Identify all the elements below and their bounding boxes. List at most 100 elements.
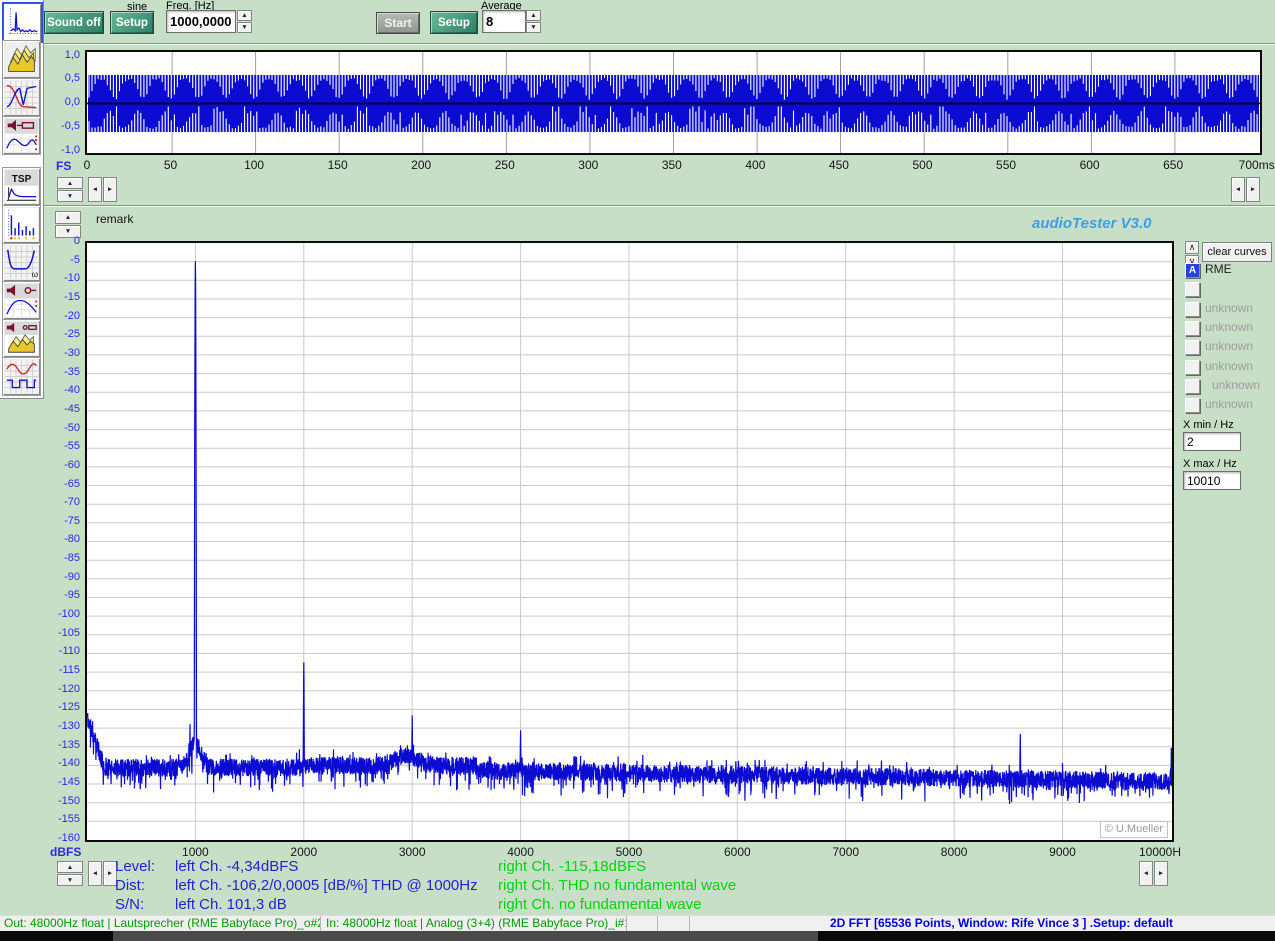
tool-button-speaker-filter-response[interactable] — [2, 116, 41, 155]
tool-button-fft-spectrum[interactable] — [2, 2, 43, 43]
spin-up-button[interactable]: ▲ — [57, 177, 83, 189]
curve-checkbox[interactable] — [1185, 282, 1200, 297]
spec-vertical-spinner: ▲ ▼ — [57, 861, 83, 886]
distortion-spectrum-icon — [5, 208, 38, 241]
spin-up-button[interactable]: ∧ — [1185, 241, 1199, 254]
fft-spectrum-chart — [87, 243, 1172, 840]
fft-spectrum-icon — [6, 6, 39, 39]
impedance-curve-icon: ω — [5, 246, 38, 279]
level-row-label: Level: — [115, 858, 155, 875]
frequency-spinner: ▲ ▼ — [237, 10, 252, 33]
curve-checkbox[interactable] — [1185, 398, 1200, 413]
tool-button-tsp-measurement[interactable]: TSP — [2, 167, 41, 206]
spin-down-button[interactable]: ▼ — [526, 22, 541, 33]
scroll-left-button[interactable]: ◄ — [1231, 177, 1245, 202]
curve-label: unknown — [1205, 301, 1253, 315]
speaker-waterfall-icon — [5, 322, 38, 355]
curve-checkbox-checked[interactable]: A — [1185, 263, 1200, 278]
scroll-right-button[interactable]: ► — [1154, 861, 1168, 886]
spin-down-button[interactable]: ▼ — [237, 22, 252, 33]
status-output-device: Out: 48000Hz float | Lautsprecher (RME B… — [0, 916, 321, 932]
sn-row-label: S/N: — [115, 896, 144, 913]
xmax-input[interactable] — [1183, 471, 1241, 490]
scroll-left-button[interactable]: ◄ — [88, 177, 102, 202]
spin-up-button[interactable]: ▲ — [57, 861, 83, 873]
sn-left-value: left Ch. 101,3 dB — [175, 896, 287, 913]
spin-down-button[interactable]: ▼ — [57, 190, 83, 202]
level-right-value: right Ch. -115,18dBFS — [498, 858, 646, 875]
fft-spectrum-plot[interactable]: © U.Mueller — [85, 241, 1174, 842]
spin-down-button[interactable]: ▼ — [57, 874, 83, 886]
curve-label: unknown — [1205, 359, 1253, 373]
average-spinner: ▲ ▼ — [526, 10, 541, 33]
remark-spinner: ▲ ▼ — [55, 211, 81, 238]
svg-text:ω: ω — [32, 270, 38, 279]
section-divider — [44, 205, 1275, 207]
audiotester-window: TSPω sine Freq. [Hz] Average Sound off S… — [0, 0, 1275, 941]
curve-checkbox[interactable] — [1185, 302, 1200, 317]
curve-checkbox[interactable] — [1185, 321, 1200, 336]
curve-label: unknown — [1212, 378, 1260, 392]
curve-label: unknown — [1205, 397, 1253, 411]
scroll-left-button[interactable]: ◄ — [1139, 861, 1153, 886]
dbfs-axis-label: dBFS — [50, 845, 81, 859]
scroll-right-button[interactable]: ► — [1246, 177, 1260, 202]
speaker-mic-icon — [5, 284, 38, 317]
curve-checkbox[interactable] — [1185, 360, 1200, 375]
level-left-value: left Ch. -4,34dBFS — [175, 858, 298, 875]
fs-axis-label: FS — [56, 159, 71, 173]
curve-checkbox[interactable] — [1185, 379, 1200, 394]
spin-up-button[interactable]: ▲ — [55, 211, 81, 224]
xmin-label: X min / Hz — [1183, 419, 1234, 431]
dist-right-value: right Ch. THD no fundamental wave — [498, 877, 736, 894]
frequency-input[interactable] — [166, 10, 236, 33]
time-waveform-chart — [87, 52, 1260, 153]
copyright-note: © U.Mueller — [1100, 821, 1168, 838]
xmin-input[interactable] — [1183, 432, 1241, 451]
curve-label: unknown — [1205, 339, 1253, 353]
tool-button-signal-shapes[interactable] — [2, 357, 41, 396]
time-waveform-plot[interactable] — [85, 50, 1262, 155]
bottom-edge-segment — [113, 931, 818, 941]
tool-button-crossover-curves[interactable] — [2, 78, 41, 117]
wave-scroll-right-pair: ◄ ► — [1231, 177, 1260, 202]
scroll-right-button[interactable]: ► — [103, 177, 117, 202]
analyzer-setup-button[interactable]: Setup — [430, 11, 478, 34]
curve-label: unknown — [1205, 320, 1253, 334]
status-empty-1 — [627, 916, 658, 932]
spin-up-button[interactable]: ▲ — [526, 10, 541, 21]
speaker-filter-icon — [5, 119, 38, 152]
generator-setup-button[interactable]: Setup — [110, 11, 154, 34]
start-button[interactable]: Start — [376, 12, 420, 34]
tool-sidebar: TSP ω — [0, 0, 44, 399]
xmax-label: X max / Hz — [1183, 458, 1237, 470]
tool-button-speaker-waterfall[interactable] — [2, 319, 41, 358]
status-bar: Out: 48000Hz float | Lautsprecher (RME B… — [0, 915, 1275, 932]
tsp-icon: TSP — [5, 170, 38, 203]
scroll-left-button[interactable]: ◄ — [88, 861, 102, 886]
tool-button-speaker-mic-measurement[interactable] — [2, 281, 41, 320]
crossover-curves-icon — [5, 81, 38, 114]
dist-row-label: Dist: — [115, 877, 145, 894]
tool-button-waterfall-3d[interactable] — [2, 40, 41, 79]
remark-label: remark — [96, 212, 133, 226]
wave-scroll-left-pair: ◄ ► — [88, 177, 117, 202]
spin-up-button[interactable]: ▲ — [237, 10, 252, 21]
svg-text:TSP: TSP — [12, 174, 32, 185]
tool-button-impedance-curve[interactable]: ω — [2, 243, 41, 282]
status-empty-2 — [658, 916, 690, 932]
spec-scroll-right-pair: ◄ ► — [1139, 861, 1168, 886]
sound-off-button[interactable]: Sound off — [44, 11, 104, 34]
signal-shapes-icon — [5, 360, 38, 393]
spec-scroll-left-pair: ◄ ► — [88, 861, 117, 886]
curve-label: RME — [1205, 262, 1232, 276]
tool-button-distortion-spectrum[interactable] — [2, 205, 41, 244]
curve-checkbox[interactable] — [1185, 340, 1200, 355]
dist-left-value: left Ch. -106,2/0,0005 [dB/%] THD @ 1000… — [175, 877, 478, 894]
clear-curves-button[interactable]: clear curves — [1202, 242, 1272, 262]
average-input[interactable] — [482, 10, 526, 33]
status-fft-info: 2D FFT [65536 Points, Window: Rife Vince… — [690, 916, 1275, 932]
wave-vertical-spinner: ▲ ▼ — [57, 177, 83, 202]
toolbar-divider — [44, 43, 1275, 45]
waterfall-3d-icon — [5, 43, 38, 76]
